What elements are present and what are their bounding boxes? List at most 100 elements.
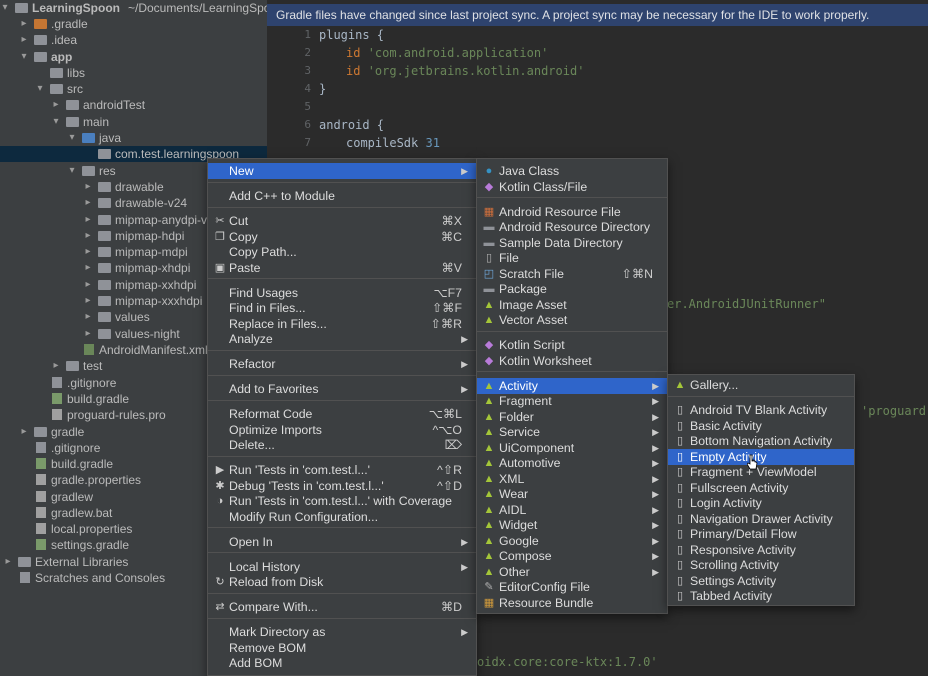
chevron-right-icon[interactable]: ▸ xyxy=(3,554,13,570)
menu-item-kotlin-class-file[interactable]: ◆ Kotlin Class/File xyxy=(477,179,667,195)
menu-item-open-in[interactable]: Open In ▶ xyxy=(208,534,476,550)
chevron-right-icon[interactable]: ▸ xyxy=(83,212,93,228)
chevron-right-icon[interactable]: ▸ xyxy=(83,228,93,244)
menu-item-cut[interactable]: ✂ Cut ⌘X xyxy=(208,213,476,229)
menu-item-compare-with[interactable]: ⇄ Compare With... ⌘D xyxy=(208,599,476,615)
menu-item-settings-activity[interactable]: ▯ Settings Activity xyxy=(668,573,854,589)
tree-item[interactable]: ▾ main xyxy=(0,114,267,130)
menu-item-sample-data-directory[interactable]: ▬ Sample Data Directory xyxy=(477,235,667,251)
code-fragment[interactable]: 'proguard-r xyxy=(861,404,928,418)
menu-item-paste[interactable]: ▣ Paste ⌘V xyxy=(208,260,476,276)
menu-item-android-tv-blank-activity[interactable]: ▯ Android TV Blank Activity xyxy=(668,402,854,418)
menu-item-vector-asset[interactable]: ▲ Vector Asset xyxy=(477,312,667,328)
menu-item-bottom-navigation-activity[interactable]: ▯ Bottom Navigation Activity xyxy=(668,433,854,449)
chevron-down-icon[interactable]: ▾ xyxy=(0,0,10,16)
tree-item[interactable]: ▸ .idea xyxy=(0,32,267,48)
tree-item[interactable]: libs xyxy=(0,65,267,81)
chevron-down-icon[interactable]: ▾ xyxy=(67,163,77,179)
menu-item-login-activity[interactable]: ▯ Login Activity xyxy=(668,495,854,511)
menu-item-add-to-favorites[interactable]: Add to Favorites ▶ xyxy=(208,381,476,397)
menu-item-replace-in-files[interactable]: Replace in Files... ⇧⌘R xyxy=(208,316,476,332)
menu-item-find-in-files[interactable]: Find in Files... ⇧⌘F xyxy=(208,300,476,316)
menu-item-optimize-imports[interactable]: Optimize Imports ^⌥O xyxy=(208,422,476,438)
menu-item-new[interactable]: New ▶ xyxy=(208,163,476,179)
chevron-right-icon[interactable]: ▸ xyxy=(19,424,29,440)
chevron-right-icon[interactable]: ▸ xyxy=(51,358,61,374)
tree-item[interactable]: ▾ java xyxy=(0,130,267,146)
menu-item-remove-bom[interactable]: Remove BOM xyxy=(208,640,476,656)
chevron-right-icon[interactable]: ▸ xyxy=(83,277,93,293)
chevron-right-icon[interactable]: ▸ xyxy=(19,16,29,32)
menu-item-run-tests-in-com-test-l[interactable]: ▶ Run 'Tests in 'com.test.l...' ^⇧R xyxy=(208,462,476,478)
chevron-right-icon[interactable]: ▸ xyxy=(83,195,93,211)
code-fragment[interactable]: oidx.core:core-ktx:1.7.0' xyxy=(477,655,658,669)
menu-item-automotive[interactable]: ▲ Automotive ▶ xyxy=(477,455,667,471)
tree-item[interactable]: ▾ LearningSpoon ~/Documents/LearningSpoon xyxy=(0,0,267,16)
chevron-right-icon[interactable]: ▸ xyxy=(83,179,93,195)
menu-item-refactor[interactable]: Refactor ▶ xyxy=(208,356,476,372)
code-line-3[interactable]: id 'org.jetbrains.kotlin.android' xyxy=(346,64,584,78)
menu-item-uicomponent[interactable]: ▲ UiComponent ▶ xyxy=(477,440,667,456)
menu-item-navigation-drawer-activity[interactable]: ▯ Navigation Drawer Activity xyxy=(668,511,854,527)
menu-item-debug-tests-in-com-test-l[interactable]: ✱ Debug 'Tests in 'com.test.l...' ^⇧D xyxy=(208,478,476,494)
menu-item-activity[interactable]: ▲ Activity ▶ xyxy=(477,377,667,394)
chevron-right-icon[interactable]: ▸ xyxy=(83,309,93,325)
menu-item-kotlin-script[interactable]: ◆ Kotlin Script xyxy=(477,337,667,353)
menu-item-primary-detail-flow[interactable]: ▯ Primary/Detail Flow xyxy=(668,526,854,542)
tree-item[interactable]: ▾ app xyxy=(0,49,267,65)
menu-item-java-class[interactable]: ● Java Class xyxy=(477,163,667,179)
tree-item[interactable]: ▾ src xyxy=(0,81,267,97)
menu-item-wear[interactable]: ▲ Wear ▶ xyxy=(477,486,667,502)
menu-item-kotlin-worksheet[interactable]: ◆ Kotlin Worksheet xyxy=(477,353,667,369)
code-line-6[interactable]: android { xyxy=(319,118,384,132)
menu-item-tabbed-activity[interactable]: ▯ Tabbed Activity xyxy=(668,588,854,604)
menu-item-scrolling-activity[interactable]: ▯ Scrolling Activity xyxy=(668,557,854,573)
menu-item-reload-from-disk[interactable]: ↻ Reload from Disk xyxy=(208,574,476,590)
tree-item[interactable]: ▸ androidTest xyxy=(0,97,267,113)
menu-item-folder[interactable]: ▲ Folder ▶ xyxy=(477,409,667,425)
menu-item-android-resource-file[interactable]: ▦ Android Resource File xyxy=(477,204,667,220)
chevron-right-icon[interactable]: ▸ xyxy=(51,97,61,113)
menu-item-package[interactable]: ▬ Package xyxy=(477,281,667,297)
menu-item-copy[interactable]: ❐ Copy ⌘C xyxy=(208,229,476,245)
code-line-1[interactable]: plugins { xyxy=(319,28,384,42)
menu-item-empty-activity[interactable]: ▯ Empty Activity xyxy=(668,448,854,465)
code-line-4[interactable]: } xyxy=(319,82,326,96)
menu-item-scratch-file[interactable]: ◰ Scratch File ⇧⌘N xyxy=(477,266,667,282)
chevron-right-icon[interactable]: ▸ xyxy=(83,293,93,309)
chevron-right-icon[interactable]: ▸ xyxy=(83,260,93,276)
chevron-down-icon[interactable]: ▾ xyxy=(19,49,29,65)
menu-item-xml[interactable]: ▲ XML ▶ xyxy=(477,471,667,487)
gradle-sync-banner[interactable]: Gradle files have changed since last pro… xyxy=(267,4,928,26)
code-line-7[interactable]: compileSdk 31 xyxy=(346,136,440,150)
menu-item-editorconfig-file[interactable]: ✎ EditorConfig File xyxy=(477,579,667,595)
code-line-2[interactable]: id 'com.android.application' xyxy=(346,46,548,60)
menu-item-fragment-viewmodel[interactable]: ▯ Fragment + ViewModel xyxy=(668,464,854,480)
menu-item-compose[interactable]: ▲ Compose ▶ xyxy=(477,548,667,564)
chevron-down-icon[interactable]: ▾ xyxy=(35,81,45,97)
menu-item-mark-directory-as[interactable]: Mark Directory as ▶ xyxy=(208,624,476,640)
menu-item-analyze[interactable]: Analyze ▶ xyxy=(208,331,476,347)
chevron-down-icon[interactable]: ▾ xyxy=(51,114,61,130)
menu-item-delete[interactable]: Delete... ⌦ xyxy=(208,437,476,453)
menu-item-fullscreen-activity[interactable]: ▯ Fullscreen Activity xyxy=(668,480,854,496)
menu-item-copy-path[interactable]: Copy Path... xyxy=(208,244,476,260)
menu-item-basic-activity[interactable]: ▯ Basic Activity xyxy=(668,418,854,434)
menu-item-file[interactable]: ▯ File xyxy=(477,250,667,266)
code-fragment[interactable]: er.AndroidJUnitRunner" xyxy=(667,297,826,311)
menu-item-image-asset[interactable]: ▲ Image Asset xyxy=(477,297,667,313)
menu-item-google[interactable]: ▲ Google ▶ xyxy=(477,533,667,549)
menu-item-find-usages[interactable]: Find Usages ⌥F7 xyxy=(208,285,476,301)
chevron-down-icon[interactable]: ▾ xyxy=(67,130,77,146)
menu-item-local-history[interactable]: Local History ▶ xyxy=(208,559,476,575)
menu-item-widget[interactable]: ▲ Widget ▶ xyxy=(477,517,667,533)
menu-item-other[interactable]: ▲ Other ▶ xyxy=(477,564,667,580)
chevron-right-icon[interactable]: ▸ xyxy=(83,244,93,260)
menu-item-run-tests-in-com-test-l-with-coverage[interactable]: ◑ Run 'Tests in 'com.test.l...' with Cove… xyxy=(208,493,476,509)
menu-item-fragment[interactable]: ▲ Fragment ▶ xyxy=(477,393,667,409)
tree-item[interactable]: ▸ .gradle xyxy=(0,16,267,32)
menu-item-resource-bundle[interactable]: ▦ Resource Bundle xyxy=(477,595,667,611)
menu-item-responsive-activity[interactable]: ▯ Responsive Activity xyxy=(668,542,854,558)
menu-item-modify-run-configuration[interactable]: Modify Run Configuration... xyxy=(208,509,476,525)
menu-item-add-bom[interactable]: Add BOM xyxy=(208,655,476,671)
